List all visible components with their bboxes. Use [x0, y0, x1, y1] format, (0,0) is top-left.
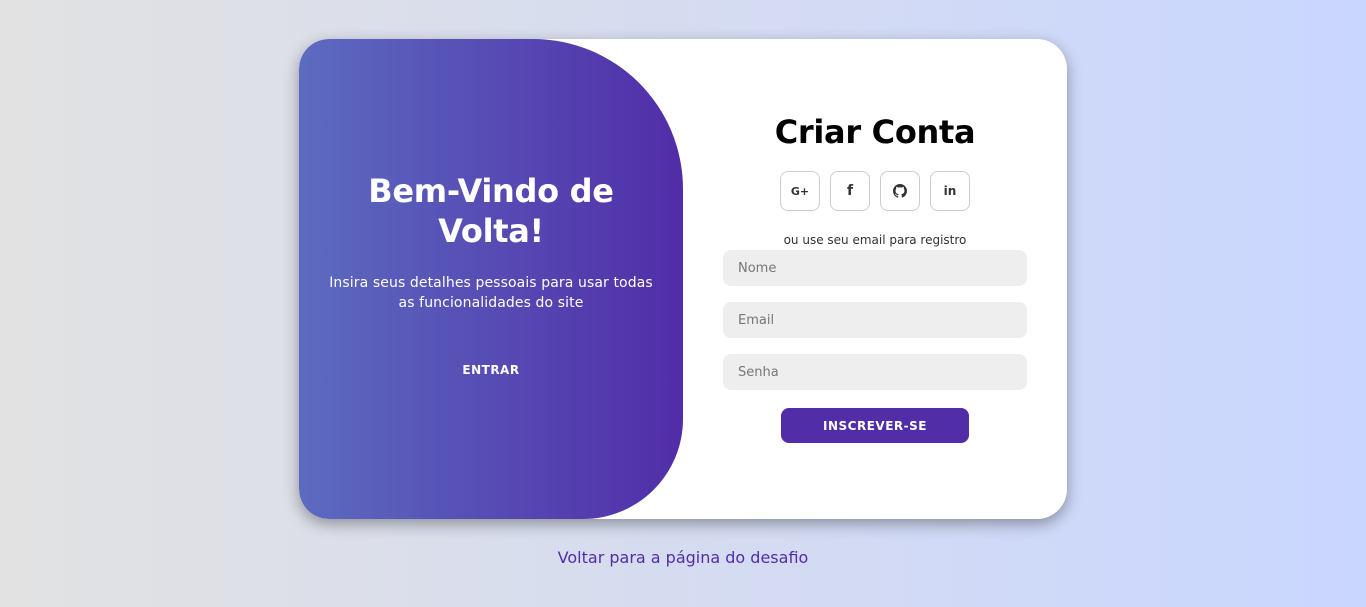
signup-title: Criar Conta [774, 113, 976, 151]
auth-card: Bem-Vindo de Volta! Insira seus detalhes… [299, 39, 1067, 519]
alt-register-text: ou use seu email para registro [783, 233, 967, 247]
github-icon[interactable] [880, 171, 920, 211]
name-input[interactable] [723, 250, 1027, 286]
back-link-container: Voltar para a página do desafio [0, 548, 1366, 568]
linkedin-glyph: in [943, 184, 957, 198]
github-logo [893, 184, 907, 198]
linkedin-icon[interactable]: in [930, 171, 970, 211]
back-to-challenge-link[interactable]: Voltar para a página do desafio [558, 548, 809, 567]
email-input[interactable] [723, 302, 1027, 338]
google-plus-glyph: G+ [790, 184, 810, 198]
password-input[interactable] [723, 354, 1027, 390]
facebook-glyph: f [846, 183, 854, 199]
google-plus-icon[interactable]: G+ [780, 171, 820, 211]
social-icons: G+ f in [780, 171, 970, 211]
welcome-title: Bem-Vindo de Volta! [368, 172, 614, 250]
login-button[interactable]: Entrar [417, 353, 564, 387]
welcome-panel: Bem-Vindo de Volta! Insira seus detalhes… [299, 39, 683, 519]
signup-button[interactable]: Inscrever-se [781, 408, 969, 443]
facebook-icon[interactable]: f [830, 171, 870, 211]
welcome-text: Insira seus detalhes pessoais para usar … [329, 275, 653, 311]
input-fields [723, 250, 1027, 390]
signup-form: Criar Conta G+ f in ou use seu email par… [683, 39, 1067, 519]
